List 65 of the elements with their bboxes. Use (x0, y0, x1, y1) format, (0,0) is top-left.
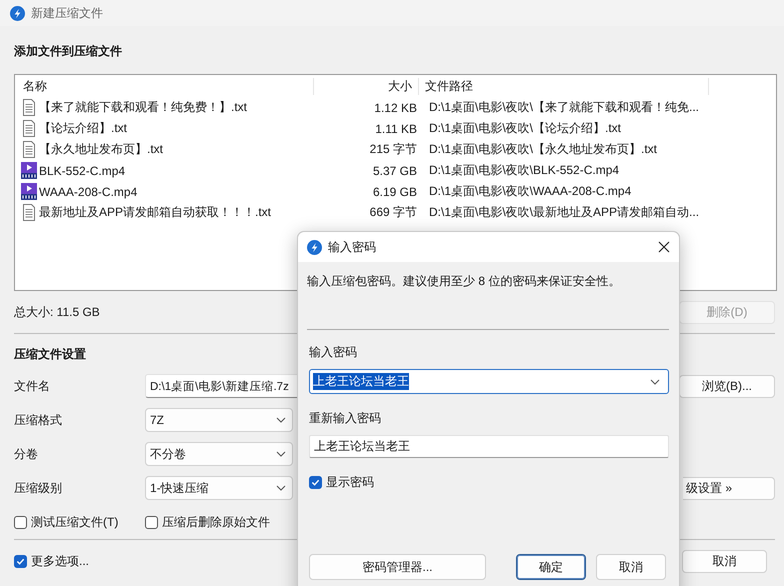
file-size: 215 字节 (368, 141, 418, 158)
field-label: 文件名 (14, 378, 51, 394)
dialog-button[interactable]: 取消 (596, 554, 666, 580)
file-path: D:\1桌面\电影\夜吹\【论坛介绍】.txt (428, 120, 622, 137)
dropdown[interactable]: 1-快速压缩 (145, 476, 293, 500)
text-file-icon (21, 141, 37, 158)
field-label: 压缩格式 (14, 412, 63, 428)
section-heading: 压缩文件设置 (14, 346, 86, 363)
checkbox[interactable] (309, 476, 322, 489)
field-label: 输入密码 (309, 344, 358, 361)
close-icon[interactable] (658, 241, 670, 253)
column-header[interactable]: 大小 (314, 78, 419, 94)
checkbox-label[interactable]: 显示密码 (326, 474, 374, 491)
dialog-description: 输入压缩包密码。建议使用至少 8 位的密码来保证安全性。 (307, 273, 622, 290)
checkbox-label[interactable]: 测试压缩文件(T) (31, 514, 118, 530)
checkbox[interactable] (14, 555, 27, 568)
section-heading: 添加文件到压缩文件 (14, 43, 122, 60)
advanced-settings-button[interactable]: 级设置 » (683, 476, 775, 500)
checkbox-label[interactable]: 更多选项... (31, 553, 90, 570)
file-name[interactable]: 【来了就能下载和观看！纯免费！】.txt (39, 99, 248, 116)
dialog-button[interactable]: 确定 (516, 554, 586, 580)
file-path: D:\1桌面\电影\夜吹\【来了就能下载和观看！纯免... (428, 99, 700, 116)
field-label: 重新输入密码 (309, 410, 382, 427)
file-name[interactable]: 【永久地址发布页】.txt (39, 141, 164, 158)
app-logo-icon (307, 240, 322, 254)
browse-button[interactable]: 浏览(B)... (679, 374, 775, 398)
column-header[interactable]: 文件路径 (419, 78, 709, 94)
file-size: 6.19 GB (372, 184, 418, 198)
window-title: 新建压缩文件 (31, 4, 103, 22)
file-size: 1.12 KB (373, 100, 418, 114)
video-file-icon (21, 183, 37, 200)
file-path: D:\1桌面\电影\夜吹\【永久地址发布页】.txt (428, 141, 658, 158)
checkbox[interactable] (145, 516, 158, 528)
file-path: D:\1桌面\电影\夜吹\WAAA-208-C.mp4 (428, 183, 632, 200)
file-name[interactable]: 【论坛介绍】.txt (39, 120, 128, 137)
text-file-icon (21, 120, 37, 137)
chevron-down-icon (650, 378, 660, 384)
field-label: 压缩级别 (14, 480, 63, 496)
file-path: D:\1桌面\电影\夜吹\BLK-552-C.mp4 (428, 162, 620, 179)
confirm-password-field[interactable]: 上老王论坛当老王 (309, 435, 669, 458)
total-size: 总大小: 11.5 GB (14, 304, 100, 320)
checkbox[interactable] (14, 516, 27, 528)
checkbox-label[interactable]: 压缩后删除原始文件 (162, 514, 270, 530)
file-size: 1.11 KB (374, 122, 418, 136)
video-file-icon (21, 162, 37, 179)
file-size: 5.37 GB (372, 164, 418, 178)
dropdown[interactable]: 不分卷 (145, 442, 293, 466)
file-path: D:\1桌面\电影\夜吹\最新地址及APP请发邮箱自动... (428, 204, 700, 221)
dialog-button[interactable]: 密码管理器... (309, 554, 486, 580)
chevron-down-icon (276, 451, 286, 457)
dropdown[interactable]: 7Z (145, 408, 293, 432)
text-file-icon (21, 204, 37, 221)
password-field[interactable]: 上老王论坛当老王 (309, 369, 669, 394)
file-name[interactable]: 最新地址及APP请发邮箱自动获取！！！.txt (39, 204, 272, 221)
file-name[interactable]: BLK-552-C.mp4 (39, 164, 126, 178)
file-name[interactable]: WAAA-208-C.mp4 (39, 184, 138, 198)
dialog-title: 输入密码 (328, 238, 377, 256)
chevron-down-icon (276, 485, 286, 491)
cancel-button[interactable]: 取消 (682, 550, 767, 573)
file-size: 669 字节 (368, 204, 418, 221)
text-file-icon (21, 99, 37, 116)
chevron-down-icon (276, 417, 286, 423)
column-header[interactable]: 名称 (15, 78, 314, 94)
app-logo-icon (10, 6, 25, 20)
field-label: 分卷 (14, 446, 39, 462)
